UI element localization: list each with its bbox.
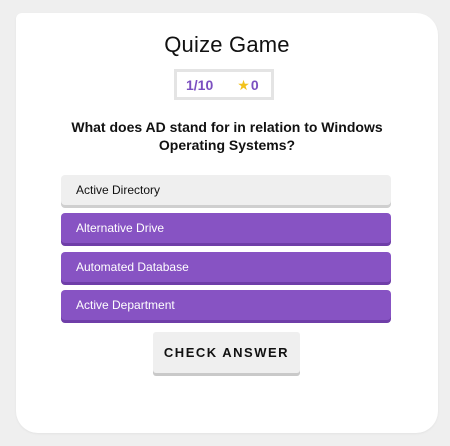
question-progress: 1/10 [186, 76, 214, 93]
answer-option-4[interactable]: Active Department [61, 290, 391, 320]
answer-option-label: Active Directory [76, 183, 161, 197]
answer-option-3[interactable]: Automated Database [61, 252, 391, 282]
answer-option-label: Active Department [76, 298, 175, 312]
quiz-card: Quize Game 1/10 ★ 0 What does AD stand f… [16, 13, 438, 433]
answer-option-label: Automated Database [76, 260, 189, 274]
check-answer-button[interactable]: CHECK ANSWER [153, 332, 300, 373]
answer-option-1[interactable]: Active Directory [61, 175, 391, 205]
page-title: Quize Game [164, 32, 290, 57]
stats-box: 1/10 ★ 0 [174, 69, 274, 100]
score-value: 0 [250, 76, 259, 93]
star-icon: ★ [237, 76, 250, 93]
score-display: ★ 0 [237, 77, 258, 93]
question-text: What does AD stand for in relation to Wi… [71, 119, 383, 153]
answer-option-2[interactable]: Alternative Drive [61, 213, 391, 243]
answer-option-label: Alternative Drive [76, 221, 165, 235]
